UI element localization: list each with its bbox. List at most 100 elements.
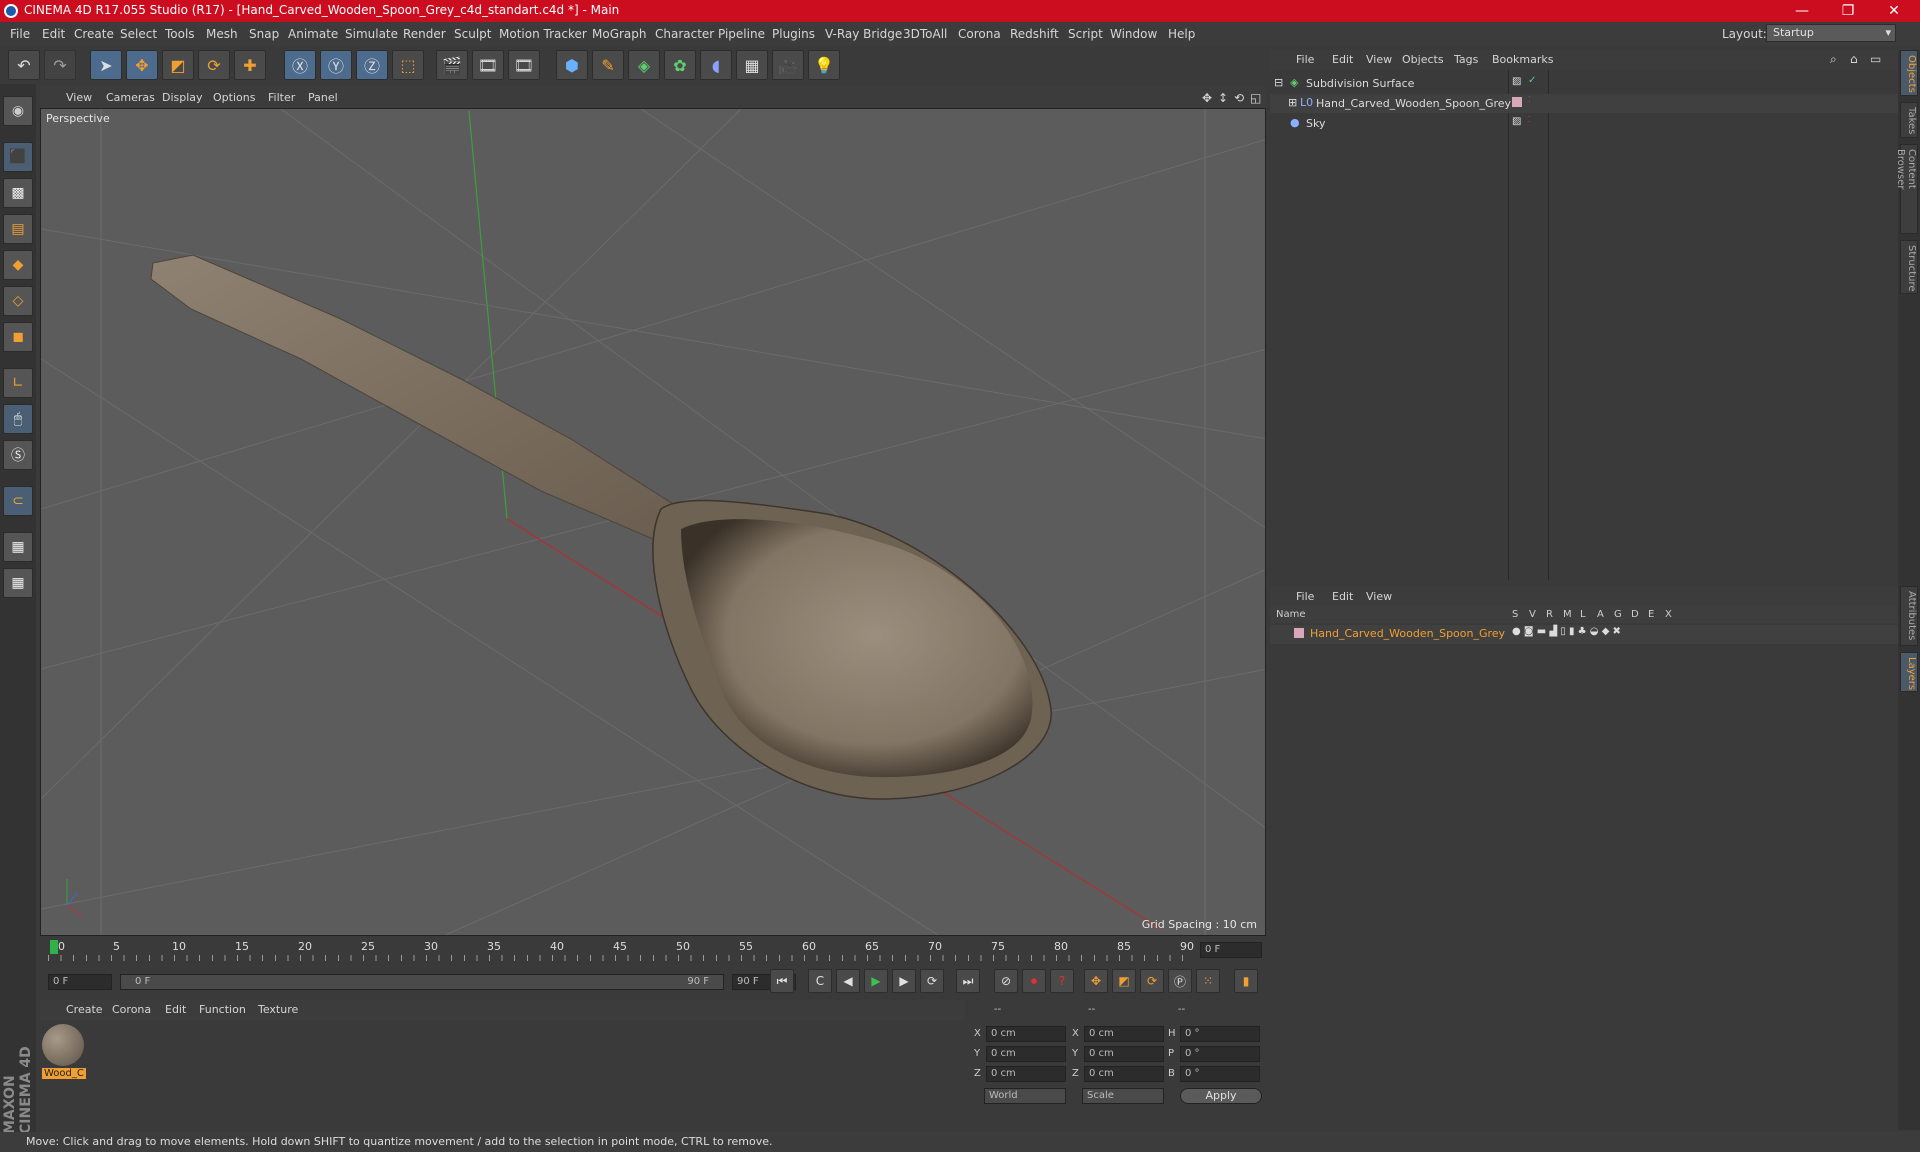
start-frame-field[interactable]: 0 F bbox=[48, 974, 112, 990]
tab-attributes[interactable]: Attributes bbox=[1900, 586, 1918, 646]
size-y-field[interactable]: 0 cm bbox=[1084, 1046, 1164, 1062]
scale-tool-button[interactable]: ◩ bbox=[162, 50, 194, 80]
collapse-icon[interactable]: ⊟ bbox=[1274, 76, 1283, 89]
render-view-button[interactable]: 🎬 bbox=[436, 50, 468, 80]
x-axis-button[interactable]: Ⓧ bbox=[284, 50, 316, 80]
vp-menu-display[interactable]: Display bbox=[162, 91, 203, 104]
obj-menu-bookmarks[interactable]: Bookmarks bbox=[1492, 53, 1553, 66]
checkmark-icon[interactable]: ✓ bbox=[1528, 75, 1536, 86]
vp-menu-filter[interactable]: Filter bbox=[268, 91, 295, 104]
texture-mode-button[interactable]: ▩ bbox=[3, 178, 33, 208]
object-row-sky[interactable]: ● Sky ▨ ⁚ bbox=[1270, 114, 1898, 133]
close-button[interactable]: ✕ bbox=[1872, 1, 1916, 21]
mograph-cloner-button[interactable]: ✿ bbox=[664, 50, 696, 80]
move-tool-button[interactable]: ✥ bbox=[126, 50, 158, 80]
layer-menu-edit[interactable]: Edit bbox=[1332, 590, 1353, 603]
tab-layers[interactable]: Layers bbox=[1900, 652, 1918, 692]
goto-start-button[interactable]: ⏮ bbox=[770, 969, 794, 993]
menu-render[interactable]: Render bbox=[403, 27, 446, 41]
mat-menu-create[interactable]: Create bbox=[66, 1003, 103, 1016]
obj-menu-objects[interactable]: Objects bbox=[1402, 53, 1444, 66]
z-axis-button[interactable]: Ⓩ bbox=[356, 50, 388, 80]
recent-tool-button[interactable]: ✚ bbox=[234, 50, 266, 80]
render-picture-viewer-button[interactable]: 🎞 bbox=[472, 50, 504, 80]
move-view-icon[interactable]: ✥ bbox=[1202, 91, 1212, 105]
new-window-icon[interactable]: ▭ bbox=[1870, 52, 1881, 66]
obj-menu-view[interactable]: View bbox=[1366, 53, 1392, 66]
prev-frame-button[interactable]: ◀ bbox=[836, 969, 860, 993]
prev-key-button[interactable]: C bbox=[808, 969, 832, 993]
wooden-spoon-model[interactable] bbox=[150, 254, 1052, 800]
axis-mode-button[interactable]: ∟ bbox=[3, 368, 33, 398]
mat-menu-function[interactable]: Function bbox=[199, 1003, 246, 1016]
obj-menu-tags[interactable]: Tags bbox=[1454, 53, 1478, 66]
rotate-view-icon[interactable]: ⟲ bbox=[1234, 91, 1244, 105]
pos-z-field[interactable]: 0 cm bbox=[986, 1066, 1066, 1082]
home-icon[interactable]: ⌂ bbox=[1850, 52, 1858, 66]
menu-tools[interactable]: Tools bbox=[165, 27, 195, 41]
obj-menu-file[interactable]: File bbox=[1296, 53, 1314, 66]
coordinate-system-button[interactable]: ⬚ bbox=[392, 50, 424, 80]
menu-script[interactable]: Script bbox=[1068, 27, 1103, 41]
obj-menu-edit[interactable]: Edit bbox=[1332, 53, 1353, 66]
layer-menu-view[interactable]: View bbox=[1366, 590, 1392, 603]
menu-create[interactable]: Create bbox=[74, 27, 114, 41]
layer-menu-file[interactable]: File bbox=[1296, 590, 1314, 603]
play-button[interactable]: ▶ bbox=[864, 969, 888, 993]
menu-select[interactable]: Select bbox=[120, 27, 157, 41]
key-scale-button[interactable]: ◩ bbox=[1112, 969, 1136, 993]
menu-character[interactable]: Character bbox=[655, 27, 714, 41]
menu-window[interactable]: Window bbox=[1110, 27, 1157, 41]
autokey-button[interactable]: ⏺ bbox=[1022, 969, 1046, 993]
menu-file[interactable]: File bbox=[10, 27, 30, 41]
layer-color-swatch[interactable] bbox=[1294, 628, 1304, 638]
key-param-button[interactable]: Ⓟ bbox=[1168, 969, 1192, 993]
light-button[interactable]: 💡 bbox=[808, 50, 840, 80]
layer-flag-icons[interactable]: ● ◙ ▬ ▟ ▯ ▮ ♣ ◒ ◆ ✖ bbox=[1512, 626, 1621, 637]
menu-pipeline[interactable]: Pipeline bbox=[718, 27, 765, 41]
pos-y-field[interactable]: 0 cm bbox=[986, 1046, 1066, 1062]
maximize-button[interactable]: ❐ bbox=[1826, 1, 1870, 21]
snap-button[interactable]: Ⓢ bbox=[3, 440, 33, 470]
key-position-button[interactable]: ✥ bbox=[1084, 969, 1108, 993]
make-editable-button[interactable]: ◉ bbox=[3, 96, 33, 126]
points-mode-button[interactable]: ◆ bbox=[3, 250, 33, 280]
model-mode-button[interactable]: ⬛ bbox=[3, 142, 33, 172]
pos-x-field[interactable]: 0 cm bbox=[986, 1026, 1066, 1042]
key-pla-button[interactable]: ⁙ bbox=[1196, 969, 1220, 993]
vp-menu-view[interactable]: View bbox=[66, 91, 92, 104]
visibility-dots-icon[interactable]: ⁚ bbox=[1528, 95, 1531, 104]
visibility-dots-icon[interactable]: ⁚ bbox=[1528, 115, 1531, 124]
menu-mograph[interactable]: MoGraph bbox=[592, 27, 647, 41]
world-dropdown[interactable]: World bbox=[984, 1088, 1066, 1104]
size-z-field[interactable]: 0 cm bbox=[1084, 1066, 1164, 1082]
menu-help[interactable]: Help bbox=[1168, 27, 1195, 41]
redo-button[interactable]: ↷ bbox=[44, 50, 76, 80]
current-frame-field[interactable]: 0 F bbox=[1200, 942, 1262, 958]
timeline-window-button[interactable]: ▮ bbox=[1234, 969, 1258, 993]
rot-p-field[interactable]: 0 ° bbox=[1180, 1046, 1260, 1062]
keyframe-selection-button[interactable]: ? bbox=[1050, 969, 1074, 993]
range-slider[interactable]: 0 F 90 F bbox=[120, 974, 724, 990]
workplane-mode-button[interactable]: ▤ bbox=[3, 214, 33, 244]
pen-spline-button[interactable]: ✎ bbox=[592, 50, 624, 80]
object-row-subdivision[interactable]: ⊟ ◈ Subdivision Surface ▨ ✓ bbox=[1270, 74, 1898, 93]
timeline-ruler[interactable]: 0 5 10 15 20 25 30 35 40 45 50 55 60 65 … bbox=[40, 938, 1266, 962]
menu-motion-tracker[interactable]: Motion Tracker bbox=[499, 27, 587, 41]
vp-menu-panel[interactable]: Panel bbox=[308, 91, 338, 104]
camera-button[interactable]: 🎥 bbox=[772, 50, 804, 80]
key-rotation-button[interactable]: ⟳ bbox=[1140, 969, 1164, 993]
tab-takes[interactable]: Takes bbox=[1900, 102, 1918, 138]
menu-simulate[interactable]: Simulate bbox=[345, 27, 398, 41]
menu-redshift[interactable]: Redshift bbox=[1010, 27, 1059, 41]
perspective-viewport[interactable]: Perspective Grid Spacing : 10 cm bbox=[40, 108, 1266, 936]
object-row-spoon[interactable]: ⊞ L0 Hand_Carved_Wooden_Spoon_Grey ⁚ bbox=[1270, 94, 1898, 113]
menu-edit[interactable]: Edit bbox=[42, 27, 65, 41]
deformer-button[interactable]: ◖ bbox=[700, 50, 732, 80]
render-settings-button[interactable]: 🎞 bbox=[508, 50, 540, 80]
vp-menu-cameras[interactable]: Cameras bbox=[106, 91, 155, 104]
polygons-mode-button[interactable]: ◼ bbox=[3, 322, 33, 352]
tab-structure[interactable]: Structure bbox=[1900, 240, 1918, 294]
record-keys-button[interactable]: ⊘ bbox=[994, 969, 1018, 993]
tweak-mode-button[interactable]: 🖱 bbox=[3, 404, 33, 434]
